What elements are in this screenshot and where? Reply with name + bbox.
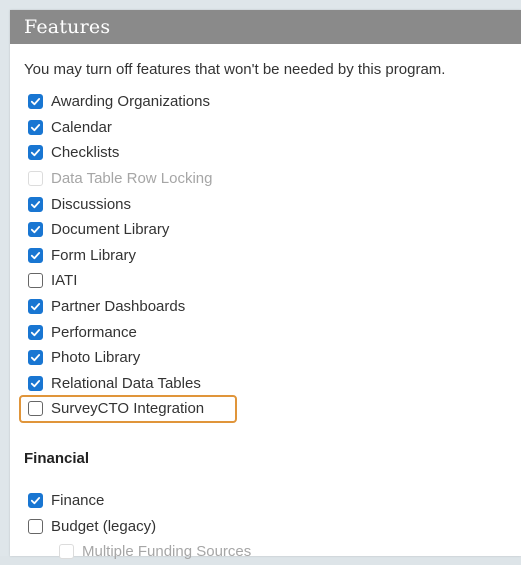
checkbox-checked[interactable] (28, 247, 43, 263)
checkmark-icon (30, 497, 41, 505)
checkbox-label: Partner Dashboards (51, 298, 186, 316)
checkbox-label: SurveyCTO Integration (51, 400, 205, 418)
checkbox-item-data-table-row-locking: Data Table Row Locking (28, 166, 212, 192)
checkmark-icon (30, 354, 41, 362)
page-background: Features You may turn off features that … (0, 0, 521, 560)
checkbox-unchecked[interactable] (28, 518, 43, 534)
checkbox-item-form-library[interactable]: Form Library (28, 243, 212, 269)
checkbox-item-discussions[interactable]: Discussions (28, 191, 212, 217)
checkmark-icon (30, 226, 41, 234)
checkbox-label: Discussions (51, 195, 132, 213)
checkmark-icon (30, 251, 41, 260)
checkbox-unchecked[interactable] (28, 401, 43, 417)
checkbox-checked[interactable] (28, 222, 43, 238)
checkmark-icon (30, 98, 41, 106)
features-intro-text: You may turn off features that won't be … (24, 61, 446, 78)
checkbox-item-awarding-organizations[interactable]: Awarding Organizations (28, 89, 212, 115)
checkmark-icon (30, 379, 41, 387)
checkbox-item-checklists[interactable]: Checklists (28, 140, 212, 166)
checkbox-item-budget-legacy[interactable]: Budget (legacy) (28, 514, 251, 540)
checkbox-item-partner-dashboards[interactable]: Partner Dashboards (28, 294, 212, 320)
checkbox-checked[interactable] (28, 350, 43, 366)
checkbox-label: Data Table Row Locking (51, 170, 213, 188)
checkbox-item-photo-library[interactable]: Photo Library (28, 345, 212, 371)
checkbox-label: Document Library (51, 221, 170, 239)
checkbox-item-calendar[interactable]: Calendar (28, 115, 212, 141)
checkbox-label: Performance (51, 323, 137, 341)
checkbox-checked[interactable] (28, 299, 43, 315)
checkbox-item-multiple-funding-sources: Multiple Funding Sources (28, 539, 251, 565)
checkbox-checked[interactable] (28, 145, 43, 161)
checkbox-checked[interactable] (28, 94, 43, 110)
checkbox-checked[interactable] (28, 119, 43, 135)
checkmark-icon (30, 328, 41, 336)
checkbox-item-iati[interactable]: IATI (28, 268, 212, 294)
checkbox-label: Multiple Funding Sources (82, 543, 252, 561)
checkbox-checked[interactable] (28, 375, 43, 391)
checkbox-label: Checklists (51, 144, 120, 162)
checkbox-label: Awarding Organizations (51, 93, 210, 111)
checkbox-item-document-library[interactable]: Document Library (28, 217, 212, 243)
financial-section-title: Financial (24, 450, 90, 467)
checkbox-checked[interactable] (28, 493, 43, 509)
checkbox-item-finance[interactable]: Finance (28, 488, 251, 514)
checkbox-item-surveycto-integration[interactable]: SurveyCTO Integration (19, 395, 237, 424)
checkbox-label: Relational Data Tables (51, 374, 201, 392)
checkbox-disabled (59, 544, 74, 560)
checkmark-icon (30, 149, 41, 157)
features-panel: Features You may turn off features that … (10, 10, 521, 560)
checkmark-icon (30, 303, 41, 311)
checkbox-label: Calendar (51, 118, 112, 136)
checkbox-unchecked[interactable] (28, 273, 43, 289)
checkbox-label: Finance (51, 492, 105, 510)
checkbox-label: Photo Library (51, 349, 141, 367)
financial-checkbox-list: Finance Budget (legacy) Multiple Funding S… (28, 488, 251, 565)
features-checkbox-list: Awarding Organizations Calendar Checklists… (19, 89, 237, 424)
checkbox-disabled (28, 171, 43, 187)
panel-header: Features (10, 10, 521, 44)
checkmark-icon (30, 123, 41, 132)
checkbox-label: Budget (legacy) (51, 517, 157, 535)
checkbox-label: Form Library (51, 246, 137, 264)
checkbox-label: IATI (51, 272, 78, 290)
checkmark-icon (30, 200, 41, 208)
checkbox-item-performance[interactable]: Performance (28, 319, 212, 345)
checkbox-checked[interactable] (28, 196, 43, 212)
checkbox-item-relational-data-tables[interactable]: Relational Data Tables (28, 371, 212, 397)
checkbox-checked[interactable] (28, 324, 43, 340)
